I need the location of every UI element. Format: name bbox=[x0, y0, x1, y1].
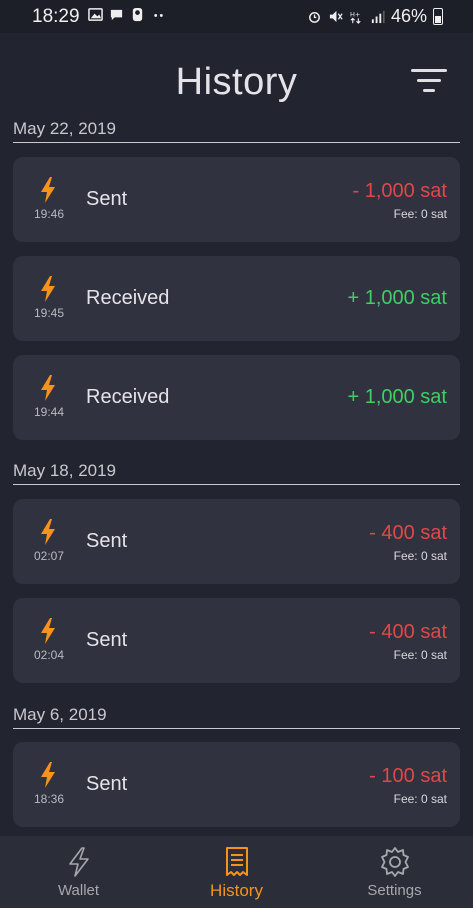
transaction-item[interactable]: 18:36 Sent - 100 sat Fee: 0 sat bbox=[13, 742, 460, 827]
transaction-type: Received bbox=[86, 287, 170, 309]
transaction-fee: Fee: 0 sat bbox=[393, 792, 447, 806]
transaction-fee: Fee: 0 sat bbox=[393, 207, 447, 221]
more-notifications-icon bbox=[154, 14, 163, 17]
transaction-type: Sent bbox=[86, 629, 128, 651]
nav-wallet[interactable]: Wallet bbox=[0, 836, 157, 908]
lightning-icon bbox=[41, 519, 55, 545]
transaction-item[interactable]: 02:07 Sent - 400 sat Fee: 0 sat bbox=[13, 499, 460, 584]
signal-icon bbox=[371, 10, 385, 24]
nav-settings[interactable]: Settings bbox=[316, 836, 473, 908]
transaction-amount: - 100 sat bbox=[369, 765, 447, 787]
network-type-icon: H+ bbox=[350, 11, 361, 24]
battery-icon bbox=[433, 8, 443, 25]
transaction-item[interactable]: 19:45 Received + 1,000 sat bbox=[13, 256, 460, 341]
date-header: May 18, 2019 bbox=[13, 460, 460, 485]
message-icon bbox=[110, 9, 123, 21]
transaction-type: Sent bbox=[86, 773, 128, 795]
transaction-type: Received bbox=[86, 386, 170, 408]
notification-icons bbox=[88, 7, 166, 22]
battery-percent: 46% bbox=[390, 6, 427, 26]
lightning-icon bbox=[41, 375, 55, 401]
transaction-type: Sent bbox=[86, 530, 128, 552]
system-status: H+ 46% bbox=[307, 6, 443, 27]
alarm-icon bbox=[309, 12, 320, 23]
transaction-time: 02:04 bbox=[33, 648, 65, 662]
bottom-nav: Wallet History Settings bbox=[0, 836, 473, 908]
transaction-time: 02:07 bbox=[33, 549, 65, 563]
transaction-type: Sent bbox=[86, 188, 128, 210]
nav-history[interactable]: History bbox=[158, 836, 315, 908]
lightning-icon bbox=[41, 276, 55, 302]
transaction-amount: + 1,000 sat bbox=[347, 287, 447, 309]
status-time: 18:29 bbox=[32, 6, 80, 27]
lightning-icon bbox=[41, 177, 55, 203]
transaction-time: 19:45 bbox=[33, 306, 65, 320]
svg-text:H+: H+ bbox=[350, 11, 360, 19]
gear-icon bbox=[380, 847, 409, 877]
app-icon bbox=[132, 7, 143, 22]
nav-label: Wallet bbox=[57, 882, 100, 899]
image-icon bbox=[88, 8, 103, 21]
date-header: May 22, 2019 bbox=[13, 118, 460, 143]
nav-label: Settings bbox=[367, 882, 422, 899]
date-header: May 6, 2019 bbox=[13, 704, 460, 729]
status-bar: 18:29 H+ 46% bbox=[0, 0, 473, 33]
transaction-item[interactable]: 02:04 Sent - 400 sat Fee: 0 sat bbox=[13, 598, 460, 683]
transaction-amount: - 1,000 sat bbox=[352, 180, 447, 202]
transaction-amount: - 400 sat bbox=[369, 621, 447, 643]
lightning-icon bbox=[41, 618, 55, 644]
filter-button[interactable] bbox=[411, 69, 447, 97]
transaction-item[interactable]: 19:44 Received + 1,000 sat bbox=[13, 355, 460, 440]
header: History bbox=[0, 33, 473, 117]
page-title: History bbox=[175, 61, 298, 103]
transaction-amount: - 400 sat bbox=[369, 522, 447, 544]
filter-icon bbox=[411, 69, 447, 72]
transaction-fee: Fee: 0 sat bbox=[393, 648, 447, 662]
transaction-fee: Fee: 0 sat bbox=[393, 549, 447, 563]
transaction-time: 18:36 bbox=[33, 792, 65, 806]
receipt-icon bbox=[225, 847, 248, 876]
lightning-icon bbox=[41, 762, 55, 788]
mute-icon bbox=[329, 10, 343, 23]
transaction-time: 19:44 bbox=[33, 405, 65, 419]
transaction-item[interactable]: 19:46 Sent - 1,000 sat Fee: 0 sat bbox=[13, 157, 460, 242]
nav-label: History bbox=[210, 881, 263, 900]
transaction-amount: + 1,000 sat bbox=[347, 386, 447, 408]
transaction-time: 19:46 bbox=[33, 207, 65, 221]
lightning-outline-icon bbox=[68, 847, 89, 877]
